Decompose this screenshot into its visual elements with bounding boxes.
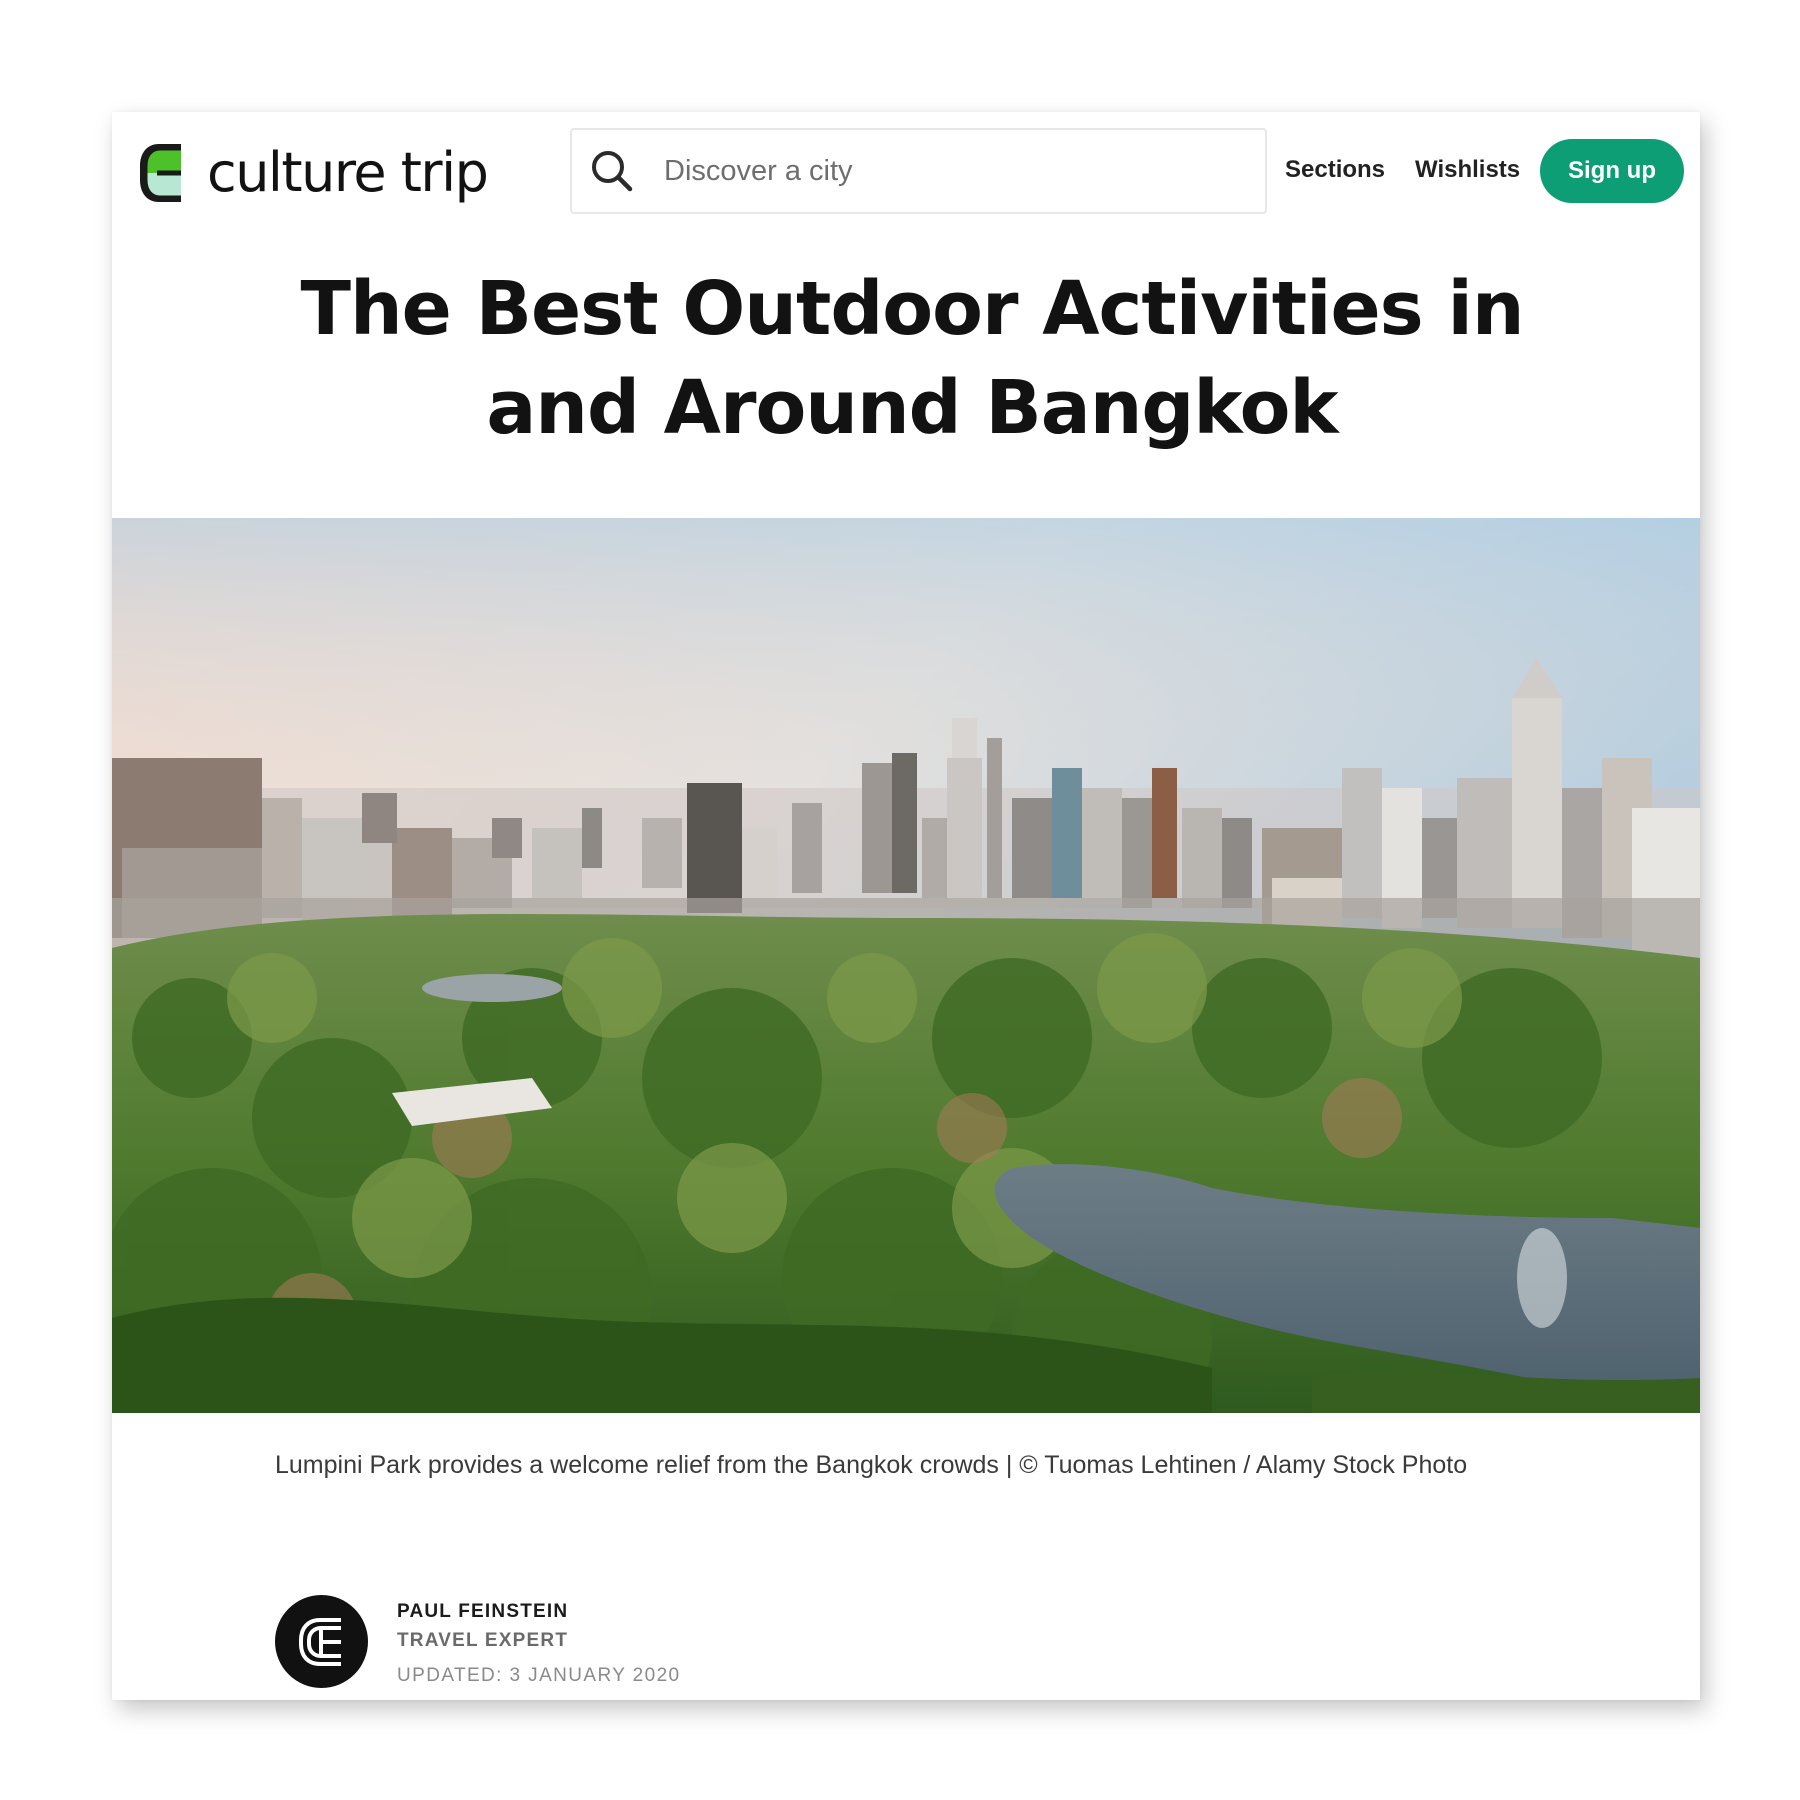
page-card: culture trip Sections Wishlists Sign up … — [112, 112, 1700, 1700]
sign-up-button[interactable]: Sign up — [1540, 139, 1684, 203]
author-avatar[interactable] — [275, 1595, 368, 1688]
culture-trip-logo[interactable]: culture trip — [137, 138, 489, 208]
nav-wishlists-link[interactable]: Wishlists — [1415, 152, 1520, 188]
article-title-line-2: and Around Bangkok — [486, 365, 1338, 451]
culture-trip-avatar-icon — [298, 1617, 341, 1666]
search-icon — [592, 151, 633, 192]
hero-image — [112, 518, 1700, 1413]
search-input[interactable] — [662, 153, 1226, 189]
article-title-line-1: The Best Outdoor Activities in — [300, 266, 1524, 352]
author-role: TRAVEL EXPERT — [397, 1630, 569, 1651]
article-title: The Best Outdoor Activities in and Aroun… — [262, 260, 1562, 458]
culture-trip-logo-icon — [140, 144, 181, 202]
logo-wordmark: culture trip — [207, 141, 489, 204]
author-name[interactable]: PAUL FEINSTEIN — [397, 1601, 568, 1623]
hero-image-caption: Lumpini Park provides a welcome relief f… — [275, 1451, 1468, 1479]
nav-sections-link[interactable]: Sections — [1285, 152, 1385, 188]
updated-date: UPDATED: 3 JANUARY 2020 — [397, 1665, 681, 1686]
search-box[interactable] — [570, 128, 1267, 214]
